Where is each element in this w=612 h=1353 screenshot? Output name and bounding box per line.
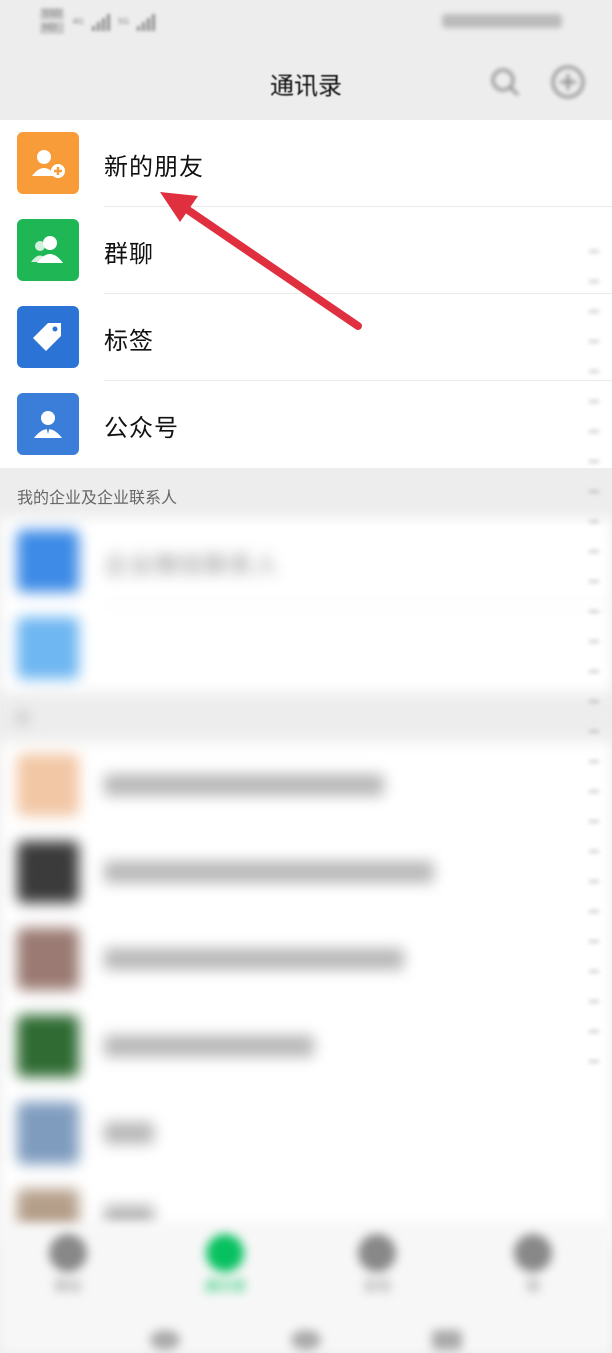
contact-name-placeholder: [104, 774, 384, 796]
blurred-content: 企业微信联系人 A: [0, 518, 612, 1251]
tab-label: 发现: [363, 1279, 391, 1295]
contact-name-placeholder: [104, 861, 434, 883]
enterprise-item[interactable]: [0, 605, 612, 692]
contacts-icon: [206, 1234, 244, 1272]
tab-label: 通讯录: [204, 1279, 246, 1295]
contact-name-placeholder: [104, 1035, 314, 1057]
avatar: [17, 841, 79, 903]
section-title: A: [17, 708, 28, 727]
section-title: 我的企业及企业联系人: [17, 488, 178, 507]
contact-row[interactable]: [0, 829, 612, 916]
enterprise-wechat-icon: [17, 530, 79, 592]
me-icon: [514, 1234, 552, 1272]
tab-discover[interactable]: 发现: [342, 1234, 412, 1296]
discover-icon: [358, 1234, 396, 1272]
back-icon[interactable]: [150, 1330, 180, 1350]
home-icon[interactable]: [291, 1330, 321, 1350]
item-label: 企业微信联系人: [104, 551, 279, 579]
contact-row[interactable]: [0, 1090, 612, 1177]
contact-row[interactable]: [0, 916, 612, 1003]
tab-contacts[interactable]: 通讯录: [190, 1234, 260, 1296]
annotation-arrow: [160, 192, 362, 330]
enterprise-icon: [17, 617, 79, 679]
recents-icon[interactable]: [432, 1330, 462, 1350]
tab-label: 我: [526, 1279, 540, 1295]
enterprise-contacts-item[interactable]: 企业微信联系人: [0, 518, 612, 605]
avatar: [17, 1015, 79, 1077]
contact-name-placeholder: [104, 948, 404, 970]
tab-me[interactable]: 我: [498, 1234, 568, 1296]
item-label: 公众号: [104, 414, 179, 442]
tab-bar: 微信 通讯录 发现 我: [0, 1222, 612, 1353]
contact-row[interactable]: [0, 1003, 612, 1090]
avatar: [17, 754, 79, 816]
tab-label: 微信: [54, 1279, 82, 1295]
avatar: [17, 1102, 79, 1164]
avatar: [17, 928, 79, 990]
tab-chats[interactable]: 微信: [33, 1234, 103, 1296]
section-header-a: A: [0, 692, 612, 742]
section-header-enterprise: 我的企业及企业联系人: [0, 468, 612, 518]
chat-icon: [49, 1234, 87, 1272]
contact-row[interactable]: [0, 742, 612, 829]
contact-name-placeholder: [104, 1122, 154, 1144]
official-account-icon: [17, 393, 79, 455]
system-nav-bar: [150, 1330, 462, 1350]
